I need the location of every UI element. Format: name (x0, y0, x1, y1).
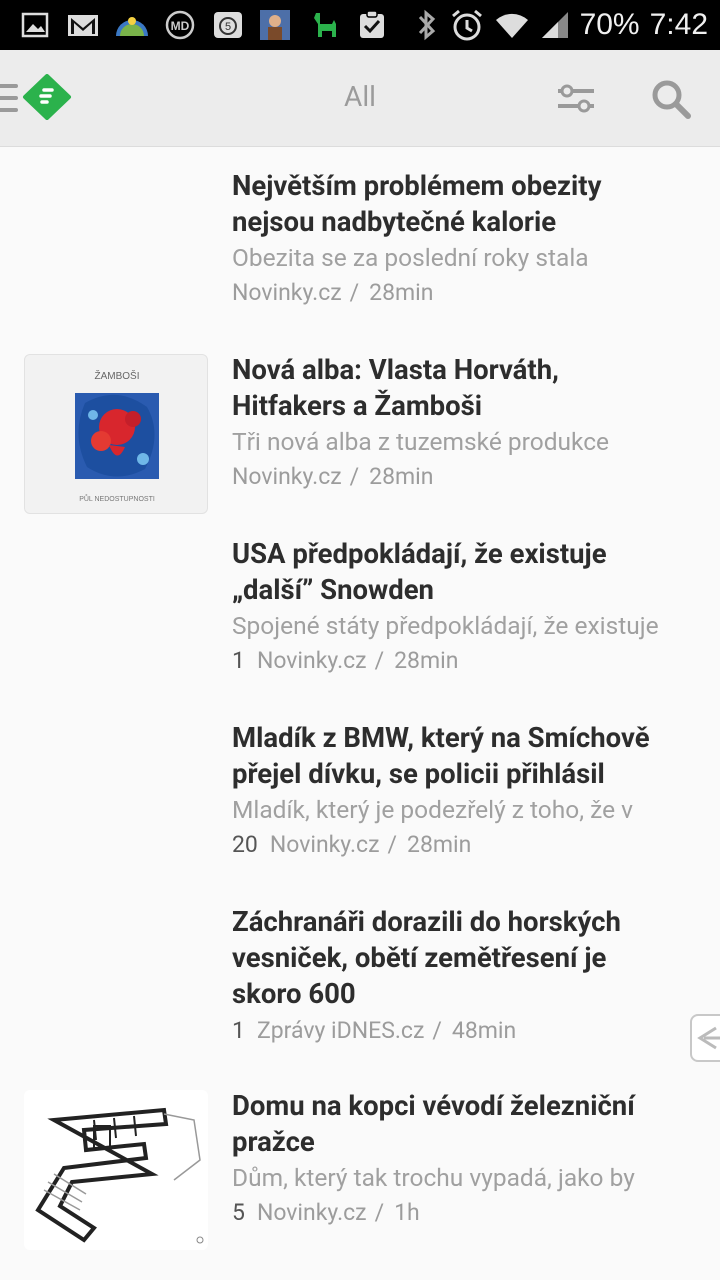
article-headline: Nová alba: Vlasta Horváth, Hitfakers a Ž… (232, 353, 559, 422)
article-summary: Spojené státy předpokládají, že existuje (232, 611, 659, 640)
wifi-icon (495, 13, 528, 38)
signal-icon (541, 12, 568, 38)
article-time: 48min (451, 1017, 517, 1044)
badge-5-icon: 5 (214, 12, 242, 38)
alarm-icon (451, 9, 482, 41)
article-time: 28min (369, 279, 434, 306)
article-read-count: 1 (232, 647, 245, 674)
article-meta: Novinky.cz/28min (232, 279, 434, 306)
search-icon[interactable] (650, 78, 692, 120)
svg-text:PŮL NEDOSTUPNOSTI: PŮL NEDOSTUPNOSTI (79, 494, 155, 503)
chevron-left-icon (697, 1026, 720, 1050)
article-time: 28min (369, 463, 434, 490)
filter-settings-icon[interactable] (554, 82, 598, 116)
article-time: 1h (394, 1199, 420, 1226)
article-headline: Mladík z BMW, který na Smíchově přejel d… (232, 721, 650, 790)
svg-text:MD: MD (171, 19, 190, 33)
article-thumbnail: ŽAMBOŠI PŮL NEDOSTUPNOSTI (24, 354, 208, 514)
article-read-count: 1 (232, 1017, 245, 1044)
gmail-icon (68, 15, 98, 36)
gallery-icon (21, 12, 49, 38)
battery-percent: 70% (579, 8, 640, 41)
article-time: 28min (407, 831, 472, 858)
side-panel-handle[interactable] (690, 1014, 720, 1062)
article-summary: Tři nová alba z tuzemské produkce (232, 427, 610, 456)
article-meta: 1 Novinky.cz/28min (232, 647, 459, 674)
article-summary: Mladík, který je podezřelý z toho, že v (232, 795, 634, 824)
app-bar: All (0, 50, 720, 147)
svg-text:5: 5 (225, 21, 231, 33)
article-source: Novinky.cz (256, 1199, 367, 1226)
article-headline: Domu na kopci vévodí železniční pražce (232, 1089, 635, 1158)
status-right: 70% 7:42 (414, 0, 708, 50)
status-bar: MD 5 70% 7:42 (0, 0, 720, 50)
article-source: Novinky.cz (256, 647, 367, 674)
article-summary: Obezita se za poslední roky stala (232, 243, 589, 272)
article-source: Novinky.cz (269, 831, 380, 858)
portrait-icon (260, 10, 290, 40)
weather-icon (116, 17, 148, 36)
article-meta: Novinky.cz/28min (232, 463, 434, 490)
md-icon: MD (165, 10, 195, 40)
article-read-count: 20 (232, 831, 258, 858)
article-source: Novinky.cz (232, 279, 342, 306)
clock-time: 7:42 (649, 8, 708, 41)
page-title: All (344, 80, 376, 113)
article-source: Novinky.cz (232, 463, 342, 490)
article-headline: USA předpokládají, že existuje „další” S… (232, 537, 607, 606)
article-time: 28min (394, 647, 459, 674)
bluetooth-icon (418, 9, 435, 41)
svg-text:ŽAMBOŠI: ŽAMBOŠI (94, 369, 139, 382)
article-thumbnail (24, 1090, 208, 1250)
clipboard-check-icon (360, 10, 384, 38)
article-summary: Dům, který tak trochu vypadá, jako by (232, 1163, 635, 1192)
article-meta: 1 Zprávy iDNES.cz/48min (232, 1017, 517, 1044)
article-meta: 20 Novinky.cz/28min (232, 831, 472, 858)
article-meta: 5 Novinky.cz/1h (232, 1199, 420, 1226)
floor-plan-image (24, 1090, 208, 1250)
alpaca-icon (314, 13, 336, 37)
album-cover-image: ŽAMBOŠI PŮL NEDOSTUPNOSTI (75, 369, 159, 503)
article-source: Zprávy iDNES.cz (256, 1017, 425, 1044)
article-headline: Největším problémem obezity nejsou nadby… (232, 169, 602, 238)
article-read-count: 5 (232, 1199, 245, 1226)
article-headline: Záchranáři dorazili do horských vesniček… (232, 905, 621, 1010)
